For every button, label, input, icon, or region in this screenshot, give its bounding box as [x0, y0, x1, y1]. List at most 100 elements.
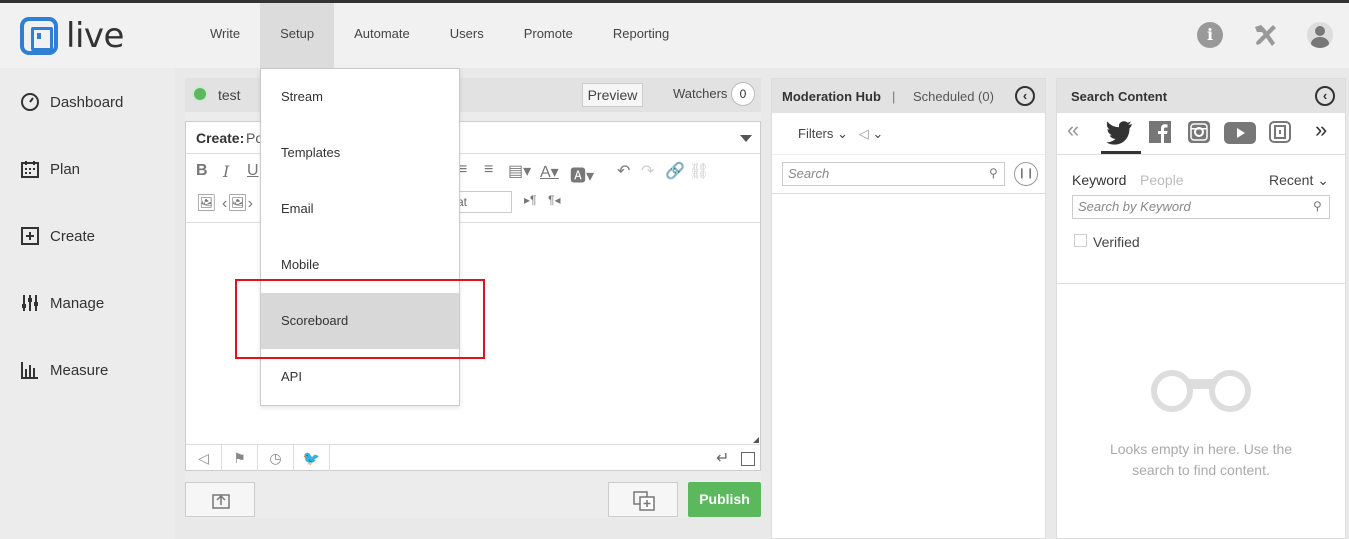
live-icon[interactable] — [1269, 121, 1291, 143]
format-select[interactable]: at — [452, 191, 512, 213]
search-content-title: Search Content — [1071, 89, 1168, 104]
undo-icon[interactable]: ↶ — [617, 161, 630, 181]
youtube-icon[interactable] — [1224, 122, 1256, 144]
nav-setup[interactable]: Setup — [260, 3, 335, 68]
network-tabs: « » — [1057, 113, 1345, 155]
highlight-color-icon[interactable]: 🅰▾ — [570, 162, 594, 186]
menu-item-stream[interactable]: Stream — [261, 69, 459, 125]
keyword-search-input[interactable]: Search by Keyword — [1072, 195, 1330, 219]
add-copy-icon — [633, 491, 655, 511]
unlink-icon[interactable]: ⛓ — [689, 161, 709, 181]
rtl-icon[interactable]: ¶◂ — [548, 193, 560, 207]
search-icon[interactable]: ⚲ — [989, 166, 998, 180]
flag-icon[interactable]: ⚑ — [222, 445, 258, 471]
nav-users[interactable]: Users — [430, 3, 504, 68]
nav-promote[interactable]: Promote — [504, 3, 593, 68]
event-title[interactable]: test — [218, 87, 241, 103]
search-content-panel: Search Content ‹ « » Keyword People Rece… — [1056, 78, 1346, 539]
scheduled-tab[interactable]: Scheduled (0) — [913, 89, 994, 104]
top-bar: live Write Setup Automate Users Promote … — [0, 3, 1349, 68]
people-tab[interactable]: People — [1140, 172, 1184, 188]
enter-checkbox[interactable] — [741, 452, 755, 466]
logo-text: live — [66, 16, 124, 56]
redo-icon[interactable]: ↷ — [641, 161, 654, 181]
collapse-hub-icon[interactable]: ‹ — [1015, 86, 1035, 106]
publish-button[interactable]: Publish — [688, 482, 761, 517]
nav-write[interactable]: Write — [190, 3, 260, 68]
nav-automate[interactable]: Automate — [334, 3, 430, 68]
image-icon[interactable]: 🖼 — [196, 193, 216, 213]
watchers-count[interactable]: 0 — [731, 82, 755, 106]
live-logo-icon — [20, 17, 58, 55]
filters-dropdown[interactable]: Filters ⌄ ◁ ⌄ — [798, 126, 883, 142]
upload-icon — [212, 494, 230, 509]
moderation-hub-tab[interactable]: Moderation Hub — [782, 89, 881, 104]
menu-item-templates[interactable]: Templates — [261, 125, 459, 181]
divider — [772, 193, 1045, 194]
sidebar-item-label: Plan — [50, 160, 81, 178]
sidebar-item-manage[interactable]: Manage — [20, 293, 104, 313]
chevron-down-icon[interactable] — [740, 135, 752, 142]
hub-search-input[interactable]: Search — [782, 162, 1005, 186]
divider — [772, 154, 1045, 155]
tag-filter-icon[interactable]: ◁ — [859, 126, 869, 141]
sidebar-item-dashboard[interactable]: Dashboard — [20, 92, 123, 112]
font-color-icon[interactable]: A▾ — [540, 162, 559, 182]
calendar-icon — [21, 161, 39, 178]
ltr-icon[interactable]: ▸¶ — [524, 193, 536, 207]
search-icon[interactable]: ⚲ — [1313, 199, 1322, 213]
user-avatar-icon[interactable] — [1307, 22, 1333, 48]
empty-state-text: Looks empty in here. Use the search to f… — [1109, 441, 1293, 478]
dashboard-icon — [21, 93, 39, 111]
sidebar-item-measure[interactable]: Measure — [20, 360, 108, 380]
filters-label: Filters — [798, 126, 834, 141]
collapse-search-icon[interactable]: ‹ — [1315, 86, 1335, 106]
sidebar-item-label: Dashboard — [50, 93, 124, 111]
table-icon[interactable]: ▤▾ — [508, 161, 531, 181]
bold-icon[interactable]: B — [196, 162, 208, 180]
top-icons: i — [1197, 21, 1333, 49]
sidebar-item-label: Manage — [50, 294, 105, 312]
moderation-header: Moderation Hub | Scheduled (0) ‹ — [772, 79, 1045, 113]
sort-label: Recent — [1269, 172, 1314, 188]
info-icon[interactable]: i — [1197, 22, 1223, 48]
underline-icon[interactable]: U — [247, 162, 259, 180]
instagram-icon[interactable] — [1188, 121, 1210, 143]
twitter-icon[interactable]: 🐦 — [294, 445, 330, 471]
resize-handle[interactable] — [753, 437, 759, 443]
facebook-icon[interactable] — [1149, 121, 1171, 143]
tag-icon[interactable]: ◁ — [186, 445, 222, 471]
scroll-left-icon[interactable]: « — [1067, 117, 1079, 143]
tools-icon[interactable] — [1251, 21, 1279, 49]
sidebar-item-create[interactable]: Create — [20, 226, 95, 246]
binoculars-icon — [1151, 370, 1251, 412]
list-icon[interactable]: ≡ — [484, 161, 493, 179]
sliders-icon — [22, 295, 38, 311]
pause-icon[interactable]: ❙❙ — [1014, 162, 1038, 186]
keyword-tab[interactable]: Keyword — [1072, 172, 1126, 188]
clock-icon[interactable]: ◷ — [258, 445, 294, 471]
preview-button[interactable]: Preview — [582, 83, 643, 107]
sidebar-item-plan[interactable]: Plan — [20, 159, 80, 179]
menu-item-email[interactable]: Email — [261, 181, 459, 237]
upload-button[interactable] — [185, 482, 255, 517]
search-content-header: Search Content ‹ — [1057, 79, 1345, 113]
twitter-icon[interactable] — [1105, 121, 1133, 145]
sidebar-item-label: Create — [50, 227, 96, 245]
duplicate-button[interactable] — [608, 482, 678, 517]
embed-image-icon[interactable]: ‹🖼› — [222, 193, 253, 213]
main-nav: Write Setup Automate Users Promote Repor… — [190, 3, 689, 68]
editor-footer: ◁ ⚑ ◷ 🐦 ↵ — [186, 444, 760, 471]
app-logo[interactable]: live — [20, 17, 124, 55]
annotation-highlight-box — [235, 279, 485, 359]
italic-icon[interactable]: I — [223, 162, 229, 181]
scroll-right-icon[interactable]: » — [1315, 117, 1327, 143]
enter-icon[interactable]: ↵ — [716, 448, 729, 468]
sort-dropdown[interactable]: Recent ⌄ — [1269, 172, 1329, 189]
create-label: Create: — [196, 130, 245, 146]
link-icon[interactable]: 🔗 — [665, 161, 685, 181]
sidebar-item-label: Measure — [50, 361, 109, 379]
verified-checkbox[interactable] — [1074, 234, 1087, 247]
status-dot — [192, 86, 208, 102]
nav-reporting[interactable]: Reporting — [593, 3, 689, 68]
